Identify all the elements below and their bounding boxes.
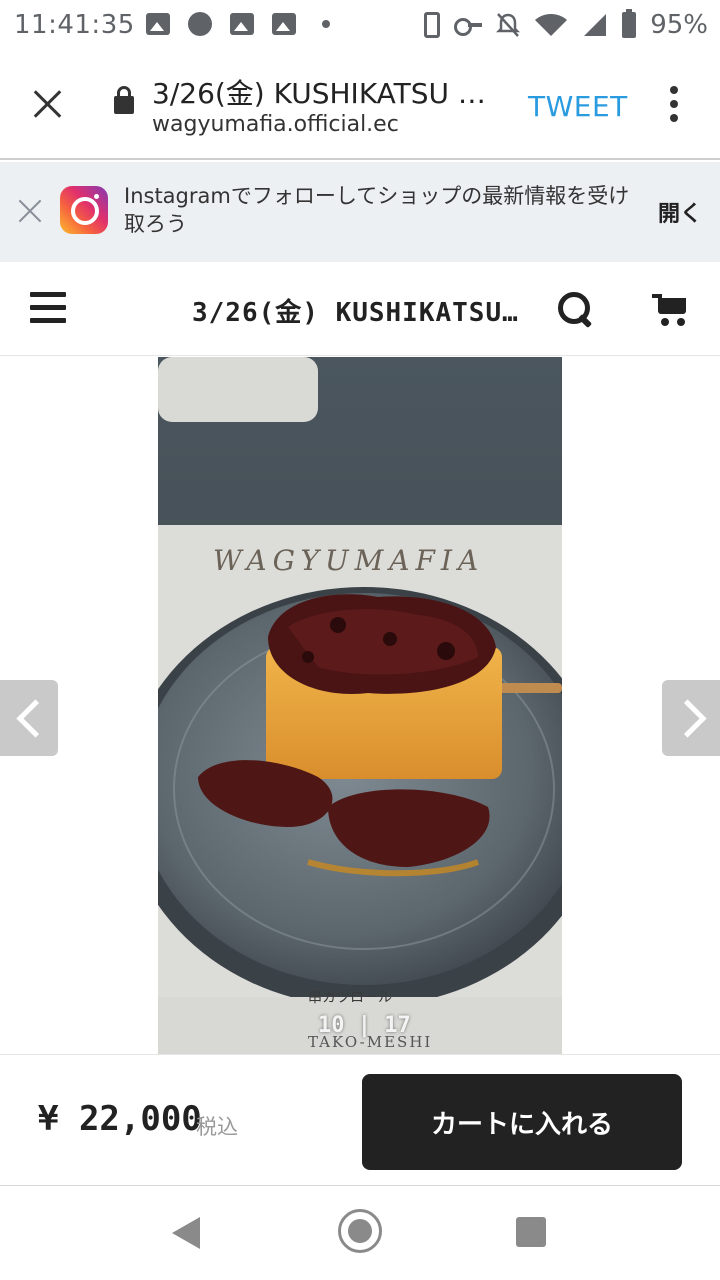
battery-icon bbox=[622, 9, 637, 38]
product-photo[interactable]: WAGYUMAFIA 串カツロール TAKO-MESHI bbox=[158, 357, 562, 1054]
status-bar: 11:41:35 95% bbox=[0, 0, 720, 52]
home-icon[interactable] bbox=[338, 1209, 382, 1253]
image-icon bbox=[146, 13, 170, 35]
signal-icon bbox=[584, 14, 607, 36]
instagram-banner: Instagramでフォローしてショップの最新情報を受け取ろう 開く bbox=[0, 162, 720, 262]
phone-icon bbox=[424, 12, 441, 38]
browser-page-domain: wagyumafia.official.ec bbox=[152, 112, 399, 137]
product-price: ¥ 22,000 bbox=[38, 1099, 202, 1139]
cart-icon[interactable] bbox=[652, 292, 692, 328]
battery-percent: 95% bbox=[650, 10, 708, 40]
banner-close-icon[interactable] bbox=[16, 196, 44, 224]
product-gallery: WAGYUMAFIA 串カツロール TAKO-MESHI 10 | 17 bbox=[0, 357, 720, 1054]
dot-icon bbox=[322, 20, 330, 28]
photo-logo-text: WAGYUMAFIA bbox=[213, 544, 484, 577]
add-to-cart-button[interactable]: カートに入れる bbox=[362, 1074, 682, 1170]
system-icons: 95% bbox=[424, 9, 708, 40]
shop-page-title: 3/26(金) KUSHIKATSU… bbox=[192, 298, 519, 328]
image-counter: 10 | 17 bbox=[318, 1013, 411, 1038]
next-image-button[interactable] bbox=[662, 680, 720, 756]
notification-icons bbox=[146, 12, 330, 36]
back-icon[interactable] bbox=[172, 1217, 200, 1249]
instagram-icon bbox=[60, 186, 108, 234]
browser-page-title: 3/26(金) KUSHIKATSU … bbox=[152, 77, 486, 110]
banner-text: Instagramでフォローしてショップの最新情報を受け取ろう bbox=[124, 184, 630, 236]
tweet-button[interactable]: TWEET bbox=[528, 90, 628, 123]
lock-icon bbox=[114, 86, 134, 114]
menu-icon[interactable] bbox=[30, 292, 66, 324]
close-icon[interactable] bbox=[28, 84, 68, 124]
previous-image-button[interactable] bbox=[0, 680, 58, 756]
tax-label: 税込 bbox=[196, 1115, 238, 1139]
more-options-icon[interactable] bbox=[668, 86, 680, 122]
photo-menu-text: 串カツロール bbox=[308, 990, 392, 1006]
search-icon[interactable] bbox=[558, 292, 594, 328]
key-icon bbox=[454, 18, 483, 36]
status-time: 11:41:35 bbox=[14, 10, 135, 40]
browser-toolbar: 3/26(金) KUSHIKATSU … wagyumafia.official… bbox=[0, 52, 720, 160]
android-nav-bar bbox=[0, 1187, 720, 1280]
recent-apps-icon[interactable] bbox=[516, 1217, 546, 1247]
wifi-icon bbox=[535, 14, 568, 36]
image-icon bbox=[272, 13, 296, 35]
bell-off-icon bbox=[496, 13, 521, 37]
banner-open-button[interactable]: 開く bbox=[658, 196, 702, 228]
image-icon bbox=[230, 13, 254, 35]
message-icon bbox=[188, 12, 212, 36]
shop-header: 3/26(金) KUSHIKATSU… bbox=[0, 262, 720, 356]
purchase-bar: ¥ 22,000 税込 カートに入れる bbox=[0, 1054, 720, 1186]
